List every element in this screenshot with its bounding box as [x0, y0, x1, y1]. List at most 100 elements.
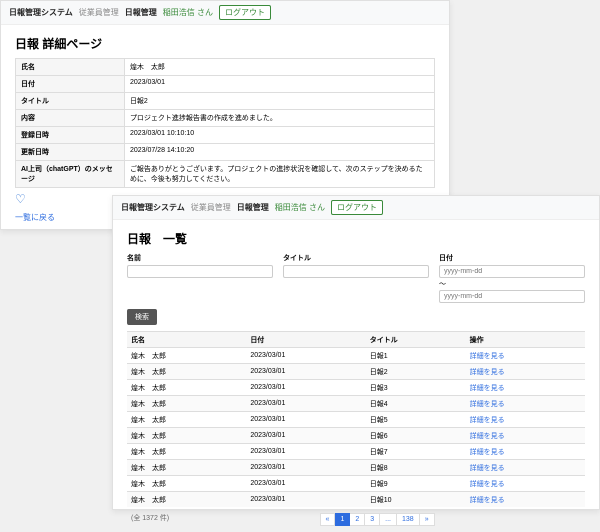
cell-date: 2023/03/01 — [246, 476, 365, 492]
value-created: 2023/03/01 10:10:10 — [124, 127, 434, 144]
detail-link[interactable]: 詳細を見る — [470, 401, 505, 408]
list-window: 日報管理システム 従業員管理 日報管理 稲田浩信 さん ログアウト 日報 一覧 … — [112, 195, 600, 510]
col-date: 日付 — [246, 332, 365, 348]
cell-title: 日報8 — [366, 460, 466, 476]
cell-date: 2023/03/01 — [246, 492, 365, 508]
cell-title: 日報9 — [366, 476, 466, 492]
cell-title: 日報5 — [366, 412, 466, 428]
cell-title: 日報4 — [366, 396, 466, 412]
value-content: プロジェクト進捗報告書の作成を進めました。 — [124, 110, 434, 127]
search-title-label: タイトル — [283, 253, 429, 263]
table-row: 煌木 太郎2023/03/01日報4詳細を見る — [127, 396, 585, 412]
search-date-to-input[interactable] — [439, 290, 585, 303]
nav-employees[interactable]: 従業員管理 — [191, 202, 231, 213]
table-row: 煌木 太郎2023/03/01日報7 詳細を見る — [127, 444, 585, 460]
cell-title: 日報2 — [366, 364, 466, 380]
logout-button[interactable]: ログアウト — [331, 200, 383, 215]
navbar: 日報管理システム 従業員管理 日報管理 稲田浩信 さん ログアウト — [113, 196, 599, 220]
table-row: 煌木 太郎2023/03/01日報9 詳細を見る — [127, 476, 585, 492]
cell-title: 日報7 — [366, 444, 466, 460]
cell-date: 2023/03/01 — [246, 460, 365, 476]
search-form: 名前 タイトル 日付 ～ — [127, 253, 585, 303]
label-content: 内容 — [16, 110, 125, 127]
col-action: 操作 — [466, 332, 585, 348]
pager-count: (全 1372 件) — [131, 513, 169, 523]
search-date-from-input[interactable] — [439, 265, 585, 278]
pager-page[interactable]: » — [420, 513, 435, 526]
nav-reports[interactable]: 日報管理 — [237, 202, 269, 213]
cell-name: 煌木 太郎 — [127, 364, 246, 380]
cell-title: 日報6 — [366, 428, 466, 444]
cell-date: 2023/03/01 — [246, 348, 365, 364]
detail-link[interactable]: 詳細を見る — [470, 353, 505, 360]
back-to-list-link[interactable]: 一覧に戻る — [15, 212, 55, 223]
label-date: 日付 — [16, 76, 125, 93]
table-row: 煌木 太郎2023/03/01日報5詳細を見る — [127, 412, 585, 428]
brand[interactable]: 日報管理システム — [121, 202, 185, 213]
nav-user: 稲田浩信 さん — [275, 202, 325, 213]
table-row: 煌木 太郎2023/03/01日報1詳細を見る — [127, 348, 585, 364]
cell-title: 日報10 — [366, 492, 466, 508]
detail-link[interactable]: 詳細を見る — [470, 433, 505, 440]
detail-table: 氏名煌木 太郎 日付2023/03/01 タイトル日報2 内容プロジェクト進捗報… — [15, 58, 435, 188]
cell-name: 煌木 太郎 — [127, 380, 246, 396]
value-title: 日報2 — [124, 93, 434, 110]
detail-link[interactable]: 詳細を見る — [470, 497, 505, 504]
cell-date: 2023/03/01 — [246, 444, 365, 460]
col-title: タイトル — [366, 332, 466, 348]
search-date-label: 日付 — [439, 253, 585, 263]
value-date: 2023/03/01 — [124, 76, 434, 93]
brand[interactable]: 日報管理システム — [9, 7, 73, 18]
table-row: 煌木 太郎2023/03/01日報3 詳細を見る — [127, 380, 585, 396]
cell-name: 煌木 太郎 — [127, 444, 246, 460]
search-button[interactable]: 検索 — [127, 309, 157, 325]
label-title: タイトル — [16, 93, 125, 110]
logout-button[interactable]: ログアウト — [219, 5, 271, 20]
label-ai-msg: AI上司（chatGPT）のメッセージ — [16, 161, 125, 188]
table-row: 煌木 太郎2023/03/01日報6 詳細を見る — [127, 428, 585, 444]
cell-name: 煌木 太郎 — [127, 476, 246, 492]
detail-page-title: 日報 詳細ページ — [15, 35, 435, 52]
cell-date: 2023/03/01 — [246, 364, 365, 380]
cell-name: 煌木 太郎 — [127, 348, 246, 364]
nav-user: 稲田浩信 さん — [163, 7, 213, 18]
cell-name: 煌木 太郎 — [127, 428, 246, 444]
pager-page[interactable]: 3 — [365, 513, 380, 526]
cell-date: 2023/03/01 — [246, 380, 365, 396]
table-row: 煌木 太郎2023/03/01日報8 詳細を見る — [127, 460, 585, 476]
col-name: 氏名 — [127, 332, 246, 348]
nav-employees[interactable]: 従業員管理 — [79, 7, 119, 18]
cell-date: 2023/03/01 — [246, 396, 365, 412]
search-name-label: 名前 — [127, 253, 273, 263]
list-page-title: 日報 一覧 — [127, 230, 585, 247]
detail-link[interactable]: 詳細を見る — [470, 369, 505, 376]
pager-page[interactable]: 138 — [397, 513, 420, 526]
detail-link[interactable]: 詳細を見る — [470, 449, 505, 456]
cell-date: 2023/03/01 — [246, 428, 365, 444]
label-updated: 更新日時 — [16, 144, 125, 161]
cell-name: 煌木 太郎 — [127, 492, 246, 508]
pager-page[interactable]: 2 — [350, 513, 365, 526]
cell-title: 日報3 — [366, 380, 466, 396]
date-tilde: ～ — [439, 279, 585, 289]
pager-page[interactable]: ... — [380, 513, 397, 526]
detail-link[interactable]: 詳細を見る — [470, 481, 505, 488]
table-row: 煌木 太郎2023/03/01日報2 詳細を見る — [127, 364, 585, 380]
table-row: 煌木 太郎2023/03/01日報10 詳細を見る — [127, 492, 585, 508]
nav-reports[interactable]: 日報管理 — [125, 7, 157, 18]
cell-date: 2023/03/01 — [246, 412, 365, 428]
value-ai-msg: ご報告ありがとうございます。プロジェクトの進捗状況を確認して、次のステップを決め… — [124, 161, 434, 188]
value-name: 煌木 太郎 — [124, 59, 434, 76]
pager-page[interactable]: 1 — [335, 513, 350, 526]
detail-link[interactable]: 詳細を見る — [470, 417, 505, 424]
pager-page[interactable]: « — [320, 513, 336, 526]
value-updated: 2023/07/28 14:10:20 — [124, 144, 434, 161]
detail-link[interactable]: 詳細を見る — [470, 465, 505, 472]
cell-name: 煌木 太郎 — [127, 460, 246, 476]
detail-link[interactable]: 詳細を見る — [470, 385, 505, 392]
search-title-input[interactable] — [283, 265, 429, 278]
label-name: 氏名 — [16, 59, 125, 76]
search-name-input[interactable] — [127, 265, 273, 278]
label-created: 登録日時 — [16, 127, 125, 144]
navbar: 日報管理システム 従業員管理 日報管理 稲田浩信 さん ログアウト — [1, 1, 449, 25]
